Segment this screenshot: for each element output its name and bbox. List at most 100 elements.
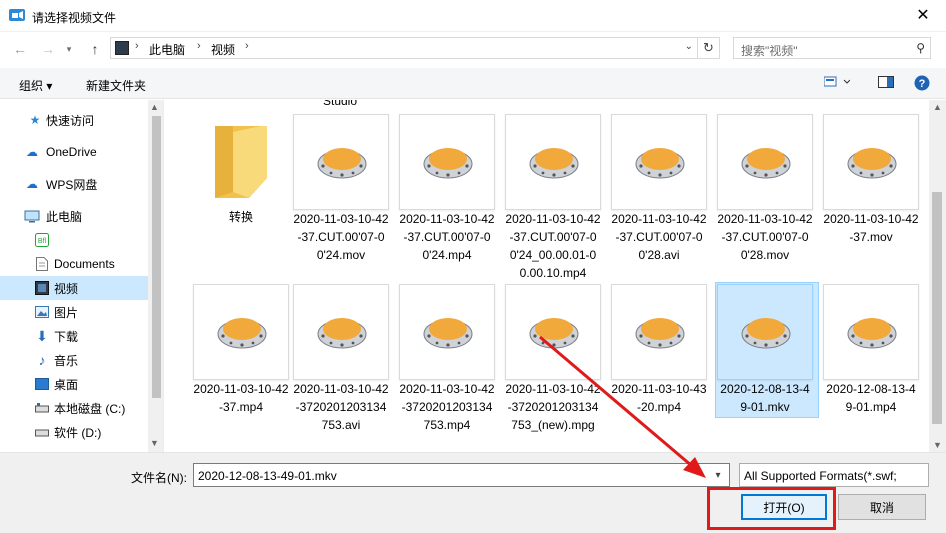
chevron-down-icon[interactable]: ⌄ [685,41,693,52]
cancel-button-label: 取消 [869,500,894,515]
filename-label: 文件名(N): [131,471,187,485]
organize-button[interactable]: 组织 ▾ [19,77,52,94]
video-disc-icon [847,318,897,349]
sidebar-item-label: 此电脑 [46,209,83,224]
file-name: 2020-11-03-10-42-37.CUT.00'07-00'28.avi [611,212,707,262]
scroll-down-icon[interactable]: ▼ [150,438,159,448]
view-icon [823,76,851,87]
sidebar-item-label: OneDrive [46,145,97,159]
file-name: 2020-11-03-10-42-3720201203134753.mp4 [399,382,495,432]
filename-input[interactable]: 2020-12-08-13-49-01.mkv ▾ [193,463,730,487]
search-placeholder: 搜索"视频" [741,44,798,58]
preview-pane-button[interactable] [878,75,894,92]
sidebar-item-onedrive[interactable]: ☁ OneDrive [0,140,148,164]
file-name: 转换 [228,210,253,224]
sidebar-item-label: 桌面 [54,377,79,392]
sidebar-item-downloads[interactable]: ⬇ 下载 [0,324,148,348]
file-type-select[interactable]: All Supported Formats(*.swf; [739,463,929,487]
preview-pane-icon [878,76,894,88]
video-disc-icon [847,148,897,179]
video-file-item[interactable]: 2020-11-03-10-42-37.CUT.00'07-00'28.avi [611,114,707,284]
video-file-item[interactable]: 2020-11-03-10-42-37.mov [823,114,919,284]
cancel-button[interactable]: 取消 [838,494,926,520]
file-name: 2020-11-03-10-42-37.CUT.00'07-00'28.mov [717,212,813,262]
refresh-icon: ↻ [703,40,714,55]
close-button[interactable]: ✕ [900,0,946,30]
video-disc-icon [317,318,367,349]
desktop-icon [34,377,50,391]
sidebar-item-app[interactable]: Bfl [0,228,148,252]
svg-text:Bfl: Bfl [38,238,47,245]
video-file-item[interactable]: 2020-11-03-10-42-37.CUT.00'07-00'24_00.0… [505,114,601,284]
video-file-item[interactable]: 2020-11-03-10-42-37.CUT.00'07-00'28.mov [717,114,813,284]
title-bar: 请选择视频文件 ✕ [0,0,946,32]
file-name: 2020-12-08-13-49-01.mp4 [826,382,916,414]
video-disc-icon [741,318,791,349]
sidebar-item-drive-c[interactable]: 本地磁盘 (C:) [0,396,148,420]
help-button[interactable]: ? [914,75,930,94]
video-file-item[interactable]: 2020-12-08-13-49-01.mkv [715,282,819,452]
sidebar-item-label: 下载 [54,329,79,344]
video-file-item[interactable]: 2020-11-03-10-42-37.mp4 [193,284,289,452]
sidebar-item-quick-access[interactable]: ★ 快速访问 [0,108,148,132]
file-list-scroll-thumb[interactable] [932,192,942,424]
star-icon: ★ [29,113,41,127]
cloud-icon: ☁ [26,145,38,159]
download-icon: ⬇ [36,327,48,344]
forward-button[interactable]: → [39,40,57,58]
breadcrumb-item[interactable]: 此电脑 [149,41,185,58]
address-bar[interactable]: › 此电脑 › 视频 › ⌄ [110,37,698,59]
video-folder-icon [115,41,129,55]
video-file-item[interactable]: 2020-11-03-10-42-3720201203134753.mp4 [399,284,495,452]
chevron-right-icon: › [197,40,201,52]
sidebar-item-drive-d[interactable]: 软件 (D:) [0,420,148,444]
breadcrumb-item[interactable]: 视频 [211,41,235,58]
arrow-right-icon: → [41,41,55,57]
sidebar-item-label: 快速访问 [46,113,95,128]
video-file-item[interactable]: 2020-11-03-10-42-37.CUT.00'07-00'24.mp4 [399,114,495,284]
sidebar-item-documents[interactable]: Documents [0,252,148,276]
svg-text:?: ? [919,78,926,90]
refresh-button[interactable]: ↻ [698,37,720,59]
chevron-down-icon: ▾ [66,43,72,54]
app-icon: Bfl [34,233,50,247]
search-input[interactable]: 搜索"视频" ⚲ [733,37,931,59]
recent-locations-button[interactable]: ▾ [60,40,78,58]
navigation-pane: ★ 快速访问 ☁ OneDrive ☁ WPS网盘 此电脑 Bfl Docume… [0,100,164,452]
scroll-up-icon[interactable]: ▲ [933,102,942,112]
sidebar-scroll-thumb[interactable] [152,116,161,398]
sidebar-item-desktop[interactable]: 桌面 [0,372,148,396]
drive-icon [34,401,50,415]
sidebar-item-wps[interactable]: ☁ WPS网盘 [0,172,148,196]
video-file-item[interactable]: 2020-11-03-10-43-20.mp4 [611,284,707,452]
sidebar-item-pictures[interactable]: 图片 [0,300,148,324]
back-button[interactable]: ← [11,40,29,58]
video-file-item[interactable]: 2020-11-03-10-42-37.CUT.00'07-00'24.mov [293,114,389,284]
sidebar-item-this-pc[interactable]: 此电脑 [0,204,148,228]
video-file-item[interactable]: 2020-12-08-13-49-01.mp4 [823,284,919,452]
new-folder-button[interactable]: 新建文件夹 [86,77,146,94]
video-file-item[interactable]: 2020-11-03-10-42-3720201203134753.avi [293,284,389,452]
chevron-down-icon[interactable]: ▾ [707,464,729,486]
view-options-button[interactable] [823,75,851,92]
close-icon: ✕ [916,7,930,24]
search-icon: ⚲ [916,41,925,55]
sidebar-item-videos[interactable]: 视频 [0,276,148,300]
scroll-down-icon[interactable]: ▼ [933,440,942,450]
scroll-up-icon[interactable]: ▲ [150,102,159,112]
video-file-item[interactable]: 2020-11-03-10-42-3720201203134753_(new).… [505,284,601,452]
sidebar-item-music[interactable]: ♪ 音乐 [0,348,148,372]
file-name: 2020-11-03-10-42-37.CUT.00'07-00'24.mov [293,212,389,262]
video-icon [34,281,50,295]
folder-item[interactable]: 转换 [193,114,289,284]
folder-icon [215,126,267,198]
chevron-right-icon: › [135,40,139,52]
up-button[interactable]: ↑ [86,40,104,58]
music-icon: ♪ [38,352,46,368]
video-disc-icon [529,318,579,349]
video-disc-icon [217,318,267,349]
chevron-right-icon: › [245,40,249,52]
sidebar-item-label: 音乐 [54,353,79,368]
sidebar-item-label: 软件 (D:) [54,425,102,440]
video-disc-icon [423,318,473,349]
